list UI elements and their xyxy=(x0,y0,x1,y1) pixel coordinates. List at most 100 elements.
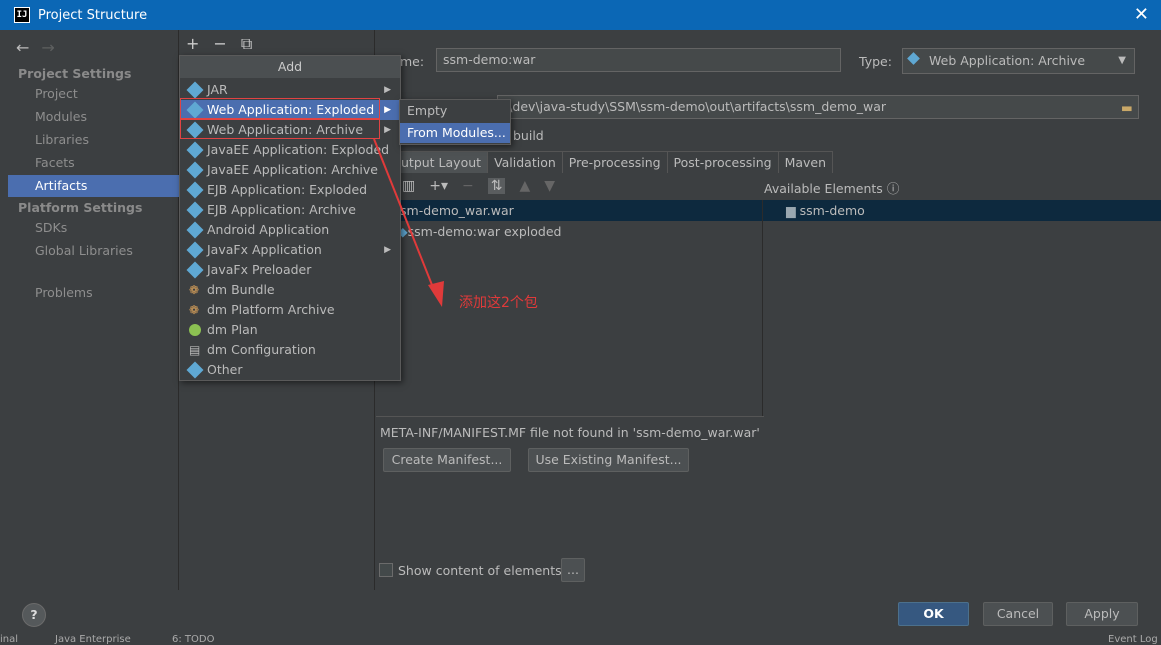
output-directory-field[interactable]: :\dev\java-study\SSM\ssm-demo\out\artifa… xyxy=(497,95,1139,119)
menu-item-dm-platform-archive[interactable]: ❁ dm Platform Archive xyxy=(180,300,400,320)
menu-item-label: EJB Application: Exploded xyxy=(207,182,368,197)
other-icon xyxy=(186,361,204,379)
remove-icon[interactable]: − xyxy=(213,34,226,54)
menu-item-label: dm Plan xyxy=(207,322,258,337)
folder-icon[interactable]: ▬ xyxy=(1121,100,1133,115)
menu-item-label: JavaEE Application: Archive xyxy=(207,162,378,177)
remove-element-icon[interactable]: − xyxy=(462,178,474,194)
status-terminal[interactable]: inal xyxy=(0,634,18,645)
manifest-message: META-INF/MANIFEST.MF file not found in '… xyxy=(380,425,760,440)
tab-maven[interactable]: Maven xyxy=(777,151,834,173)
annotation-box-exploded xyxy=(180,98,380,119)
sort-icon[interactable]: ⇅ xyxy=(487,178,506,194)
menu-item-ejb-exploded[interactable]: EJB Application: Exploded xyxy=(180,180,400,200)
close-icon[interactable]: ✕ xyxy=(1134,4,1149,25)
cancel-button[interactable]: Cancel xyxy=(983,602,1053,626)
menu-item-label: JAR xyxy=(207,82,228,97)
sidebar-item-modules[interactable]: Modules xyxy=(8,106,179,128)
move-up-icon[interactable]: ▲ xyxy=(519,178,530,194)
submenu-item-empty[interactable]: Empty xyxy=(400,101,510,121)
status-todo[interactable]: 6: TODO xyxy=(172,634,214,645)
osgi-archive-icon: ❁ xyxy=(189,303,200,317)
artifact-type-value: Web Application: Archive xyxy=(929,53,1086,68)
annotation-arrow xyxy=(373,138,444,307)
tab-validation[interactable]: Validation xyxy=(487,151,563,173)
menu-item-label: EJB Application: Archive xyxy=(207,202,356,217)
menu-item-javaee-exploded[interactable]: JavaEE Application: Exploded xyxy=(180,140,400,160)
menu-item-other[interactable]: Other xyxy=(180,360,400,380)
web-app-icon xyxy=(907,52,920,65)
menu-item-label: dm Platform Archive xyxy=(207,302,335,317)
platform-settings-header: Platform Settings xyxy=(18,200,143,215)
sidebar-item-global-libraries[interactable]: Global Libraries xyxy=(8,240,179,262)
dm-plan-icon xyxy=(189,324,201,336)
menu-item-label: dm Configuration xyxy=(207,342,316,357)
osgi-bundle-icon: ❁ xyxy=(189,283,200,297)
copy-icon[interactable]: ⧉ xyxy=(241,34,252,54)
menu-item-dm-bundle[interactable]: ❁ dm Bundle xyxy=(180,280,400,300)
ejb-icon xyxy=(186,181,204,199)
tab-post-processing[interactable]: Post-processing xyxy=(666,151,779,173)
menu-item-javafx-app[interactable]: JavaFx Application ▶ xyxy=(180,240,400,260)
menu-item-dm-configuration[interactable]: ▤ dm Configuration xyxy=(180,340,400,360)
menu-item-javaee-archive[interactable]: JavaEE Application: Archive xyxy=(180,160,400,180)
android-icon xyxy=(186,221,204,239)
menu-item-android[interactable]: Android Application xyxy=(180,220,400,240)
available-elements-header: Available Elements ⓘ xyxy=(764,178,899,197)
annotation-text: 添加这2个包 xyxy=(459,295,538,311)
more-options-button[interactable]: ... xyxy=(561,558,585,582)
ok-button[interactable]: OK xyxy=(898,602,969,626)
artifact-list-toolbar: + − ⧉ xyxy=(186,34,252,54)
forward-arrow-icon[interactable]: → xyxy=(41,38,54,57)
use-existing-manifest-button[interactable]: Use Existing Manifest... xyxy=(528,448,689,472)
submenu-arrow-icon: ▶ xyxy=(384,85,391,95)
status-java-enterprise[interactable]: Java Enterprise xyxy=(55,634,131,645)
type-label: Type: xyxy=(859,54,892,69)
move-down-icon[interactable]: ▼ xyxy=(544,178,555,194)
ejb-icon xyxy=(186,201,204,219)
submenu-arrow-icon: ▶ xyxy=(384,105,391,115)
menu-item-label: Android Application xyxy=(207,222,330,237)
javaee-icon xyxy=(186,141,204,159)
show-content-checkbox[interactable] xyxy=(379,563,393,577)
add-icon[interactable]: + xyxy=(186,34,199,54)
menu-item-label: Other xyxy=(207,362,243,377)
menu-item-javafx-preloader[interactable]: JavaFx Preloader xyxy=(180,260,400,280)
sidebar-item-libraries[interactable]: Libraries xyxy=(8,129,179,151)
help-circle-icon[interactable]: ⓘ xyxy=(887,181,900,196)
sidebar-item-sdks[interactable]: SDKs xyxy=(8,217,179,239)
menu-item-ejb-archive[interactable]: EJB Application: Archive xyxy=(180,200,400,220)
window-title: Project Structure xyxy=(38,7,148,23)
menu-item-dm-plan[interactable]: dm Plan xyxy=(180,320,400,340)
available-item-ssm-demo[interactable]: ▆ ssm-demo xyxy=(786,203,865,218)
status-bar: inal Java Enterprise 6: TODO Event Log xyxy=(0,634,1161,645)
manifest-divider xyxy=(376,416,764,417)
artifact-name-field[interactable]: ssm-demo:war xyxy=(436,48,841,72)
menu-item-label: JavaEE Application: Exploded xyxy=(207,142,390,157)
intellij-icon: IJ xyxy=(14,7,30,23)
menu-item-jar[interactable]: JAR ▶ xyxy=(180,80,400,100)
nav-arrows: ← → xyxy=(16,38,55,57)
javafx-icon xyxy=(186,261,204,279)
status-event-log[interactable]: Event Log xyxy=(1108,634,1158,645)
tab-pre-processing[interactable]: Pre-processing xyxy=(561,151,668,173)
settings-sidebar: ← → Project Settings Project Modules Lib… xyxy=(8,30,179,590)
chevron-down-icon: ▼ xyxy=(1118,55,1126,66)
title-bar: IJ Project Structure ✕ xyxy=(0,0,1161,30)
jar-icon xyxy=(186,81,204,99)
javafx-icon xyxy=(186,241,204,259)
sidebar-item-artifacts[interactable]: Artifacts xyxy=(8,175,179,197)
sidebar-item-facets[interactable]: Facets xyxy=(8,152,179,174)
apply-button[interactable]: Apply xyxy=(1066,602,1138,626)
sidebar-item-project[interactable]: Project xyxy=(8,83,179,105)
annotation-box-archive xyxy=(180,119,380,139)
back-arrow-icon[interactable]: ← xyxy=(16,38,29,57)
help-button[interactable]: ? xyxy=(22,603,46,627)
menu-item-label: dm Bundle xyxy=(207,282,275,297)
artifact-type-combo[interactable]: Web Application: Archive ▼ xyxy=(902,48,1135,74)
menu-item-label: JavaFx Preloader xyxy=(207,262,312,277)
create-manifest-button[interactable]: Create Manifest... xyxy=(383,448,511,472)
show-content-label: Show content of elements xyxy=(398,563,562,578)
menu-item-label: JavaFx Application xyxy=(207,242,322,257)
sidebar-item-problems[interactable]: Problems xyxy=(8,282,179,304)
